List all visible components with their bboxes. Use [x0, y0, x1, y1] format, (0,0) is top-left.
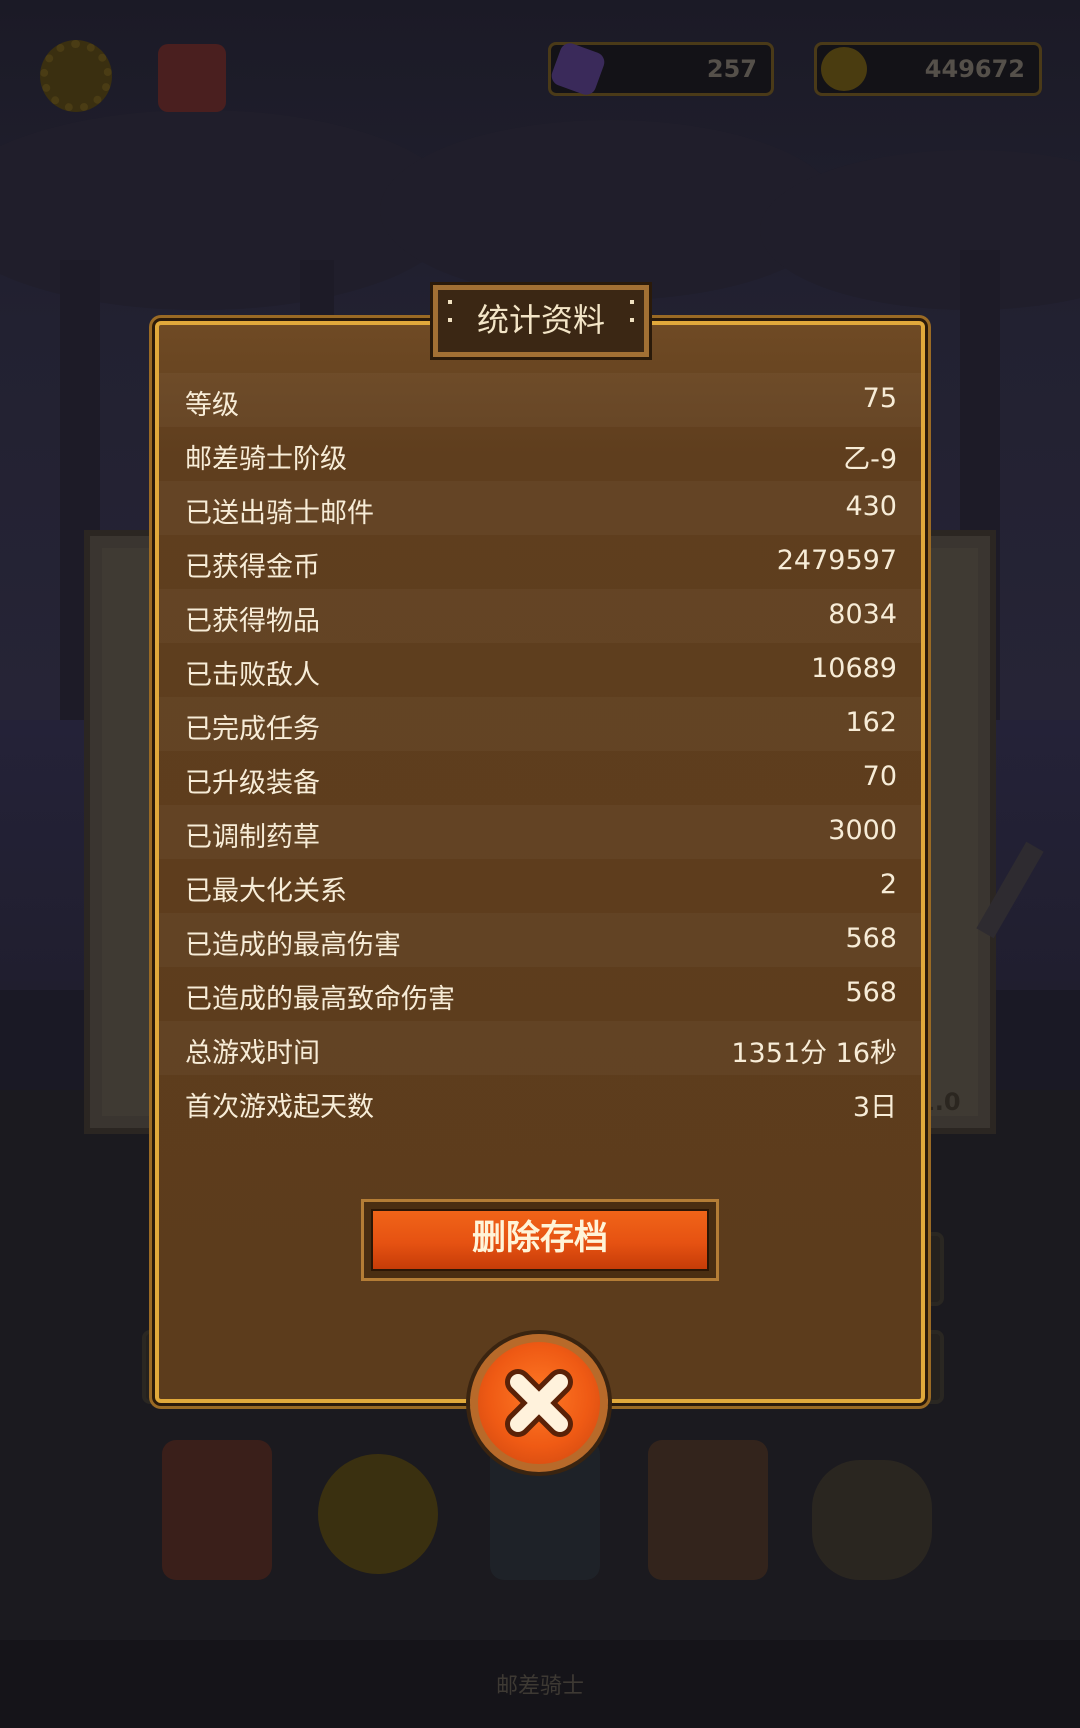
stat-label: 已造成的最高致命伤害 [185, 984, 455, 1015]
book-icon[interactable] [162, 1440, 272, 1580]
stat-row-days-since-first-play: 首次游戏起天数 3日 [159, 1075, 921, 1129]
stats-list: 等级 75 邮差骑士阶级 乙-9 已送出骑士邮件 430 已获得金币 24795… [159, 373, 921, 1129]
stat-row-equipment-upgraded: 已升级装备 70 [159, 751, 921, 805]
stat-label: 已造成的最高伤害 [185, 930, 401, 961]
stat-value: 2479597 [776, 545, 897, 576]
stat-row-mail-delivered: 已送出骑士邮件 430 [159, 481, 921, 535]
gift-icon[interactable] [158, 44, 226, 112]
stat-label: 已完成任务 [185, 714, 320, 745]
stat-value: 2 [879, 869, 897, 900]
loot-bag-icon[interactable] [812, 1460, 932, 1580]
close-button[interactable] [470, 1334, 608, 1472]
star-coin-icon[interactable] [318, 1454, 438, 1574]
backpack-icon[interactable] [648, 1440, 768, 1580]
stat-label: 邮差骑士阶级 [185, 444, 347, 475]
stat-value: 3日 [852, 1092, 897, 1123]
stat-label: 已击败敌人 [185, 660, 320, 691]
stat-value: 70 [862, 761, 897, 792]
stat-value: 75 [862, 383, 897, 414]
stat-label: 首次游戏起天数 [185, 1092, 374, 1123]
stat-label: 等级 [185, 390, 239, 421]
stats-panel-title-plate: 统计资料 [433, 285, 649, 357]
stat-label: 已最大化关系 [185, 876, 347, 907]
stat-row-level: 等级 75 [159, 373, 921, 427]
close-icon [505, 1369, 573, 1437]
gem-count: 257 [706, 55, 757, 83]
stat-row-enemies-defeated: 已击败敌人 10689 [159, 643, 921, 697]
gem-counter[interactable]: 257 [548, 40, 774, 98]
stat-label: 已获得物品 [185, 606, 320, 637]
stat-value: 568 [845, 977, 897, 1008]
stat-row-potions-brewed: 已调制药草 3000 [159, 805, 921, 859]
stat-value: 8034 [828, 599, 897, 630]
stat-value: 1351分 16秒 [731, 1038, 897, 1069]
stat-value: 162 [845, 707, 897, 738]
delete-save-button[interactable]: 删除存档 [371, 1209, 709, 1271]
stat-row-items-obtained: 已获得物品 8034 [159, 589, 921, 643]
stat-label: 已升级装备 [185, 768, 320, 799]
stat-value: 10689 [811, 653, 897, 684]
footer-title: 邮差骑士 [495, 1674, 584, 1699]
gear-icon[interactable] [40, 40, 112, 112]
stat-row-rank: 邮差骑士阶级 乙-9 [159, 427, 921, 481]
stat-row-max-crit-damage: 已造成的最高致命伤害 568 [159, 967, 921, 1021]
stat-label: 总游戏时间 [185, 1038, 320, 1069]
stat-value: 3000 [828, 815, 897, 846]
gold-coin-icon [821, 47, 867, 91]
stat-value: 乙-9 [843, 444, 897, 475]
stat-row-quests-completed: 已完成任务 162 [159, 697, 921, 751]
stat-value: 430 [845, 491, 897, 522]
stat-value: 568 [845, 923, 897, 954]
gem-icon [548, 40, 608, 98]
stat-label: 已获得金币 [185, 552, 320, 583]
stat-row-relationships-maxed: 已最大化关系 2 [159, 859, 921, 913]
stats-panel-title: 统计资料 [476, 301, 605, 339]
gold-count: 449672 [924, 55, 1025, 83]
stat-row-total-playtime: 总游戏时间 1351分 16秒 [159, 1021, 921, 1075]
stat-row-max-damage: 已造成的最高伤害 568 [159, 913, 921, 967]
gold-counter[interactable]: 449672 [814, 42, 1042, 96]
delete-save-frame: 删除存档 [361, 1199, 719, 1281]
stat-label: 已调制药草 [185, 822, 320, 853]
stat-row-gold-earned: 已获得金币 2479597 [159, 535, 921, 589]
stat-label: 已送出骑士邮件 [185, 498, 374, 529]
